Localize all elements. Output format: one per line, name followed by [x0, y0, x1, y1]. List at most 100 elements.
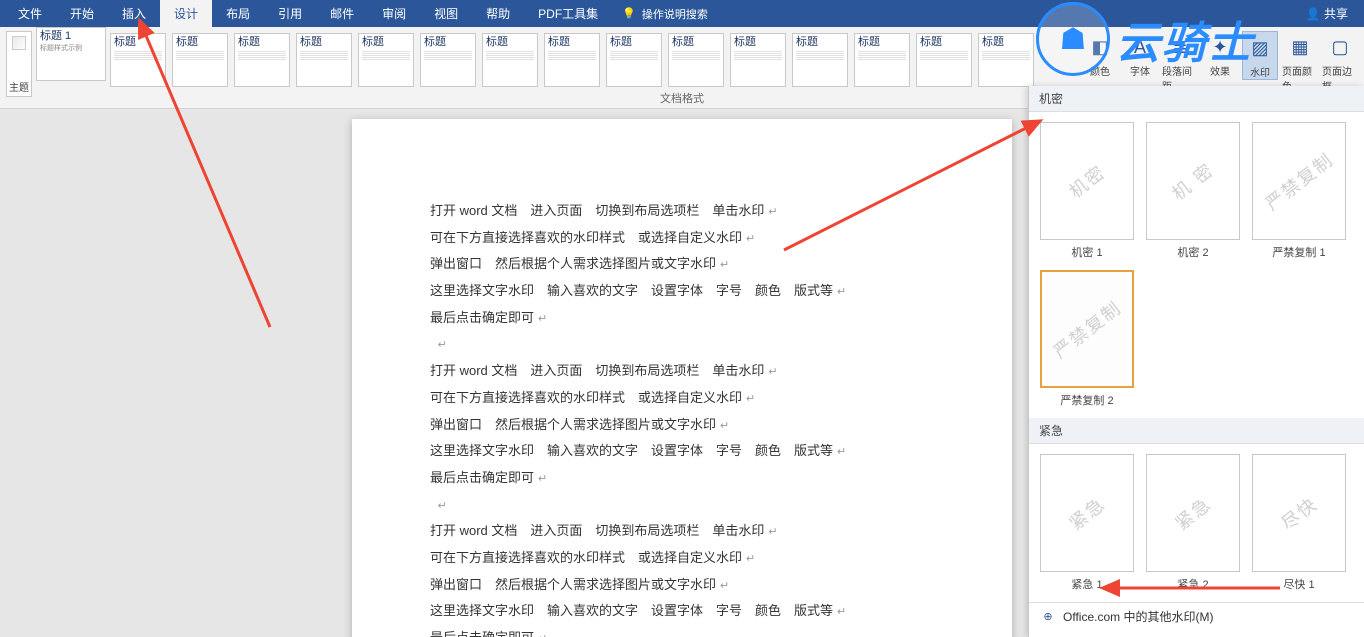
- style-set-card[interactable]: 标题: [420, 33, 476, 87]
- fonts-button[interactable]: A 字体: [1122, 31, 1158, 78]
- watermark-preset[interactable]: 机 密机密 2: [1145, 122, 1241, 260]
- ribbon-section-label: 文档格式: [658, 88, 706, 108]
- document-line: 打开 word 文档 进入页面 切换到布局选项栏 单击水印: [430, 359, 934, 384]
- document-formatting-gallery[interactable]: 标题标题标题标题标题标题标题标题标题标题标题标题标题标题标题: [106, 27, 1078, 108]
- watermark-thumb: 机 密: [1146, 122, 1240, 240]
- watermark-label: 水印: [1250, 64, 1270, 79]
- style-card-heading: 标题: [424, 36, 472, 49]
- style-card-heading: 标题: [982, 36, 1030, 49]
- style-set-card[interactable]: 标题: [234, 33, 290, 87]
- document-line: 这里选择文字水印 输入喜欢的文字 设置字体 字号 颜色 版式等: [430, 439, 934, 464]
- style-card-heading: 标题: [114, 36, 162, 49]
- themes-button[interactable]: 主题: [6, 31, 32, 97]
- style-set-card[interactable]: 标题: [172, 33, 228, 87]
- style-set-card[interactable]: 标题: [792, 33, 848, 87]
- menu-tabs: 文件 开始 插入 设计 布局 引用 邮件 审阅 视图 帮助 PDF工具集: [4, 0, 612, 28]
- style-set-card[interactable]: 标题: [730, 33, 786, 87]
- document-line: 可在下方直接选择喜欢的水印样式 或选择自定义水印: [430, 386, 934, 411]
- page-border-button[interactable]: ▢页面边框: [1322, 31, 1358, 93]
- menu-item-icon: ⊕: [1041, 610, 1055, 624]
- tab-mail[interactable]: 邮件: [316, 0, 368, 28]
- style-card-heading: 标题: [610, 36, 658, 49]
- title-bar: 文件 开始 插入 设计 布局 引用 邮件 审阅 视图 帮助 PDF工具集 💡 操…: [0, 0, 1364, 27]
- watermark-caption: 严禁复制 1: [1272, 244, 1325, 260]
- watermark-caption: 紧急 2: [1177, 576, 1208, 592]
- tab-pdf-tools[interactable]: PDF工具集: [524, 0, 612, 28]
- style-set-card[interactable]: 标题: [296, 33, 352, 87]
- watermark-thumb-text: 严禁复制: [1259, 146, 1338, 216]
- tab-help[interactable]: 帮助: [472, 0, 524, 28]
- tab-insert[interactable]: 插入: [108, 0, 160, 28]
- fonts-label: 字体: [1130, 63, 1150, 78]
- document-line: 弹出窗口 然后根据个人需求选择图片或文字水印: [430, 573, 934, 598]
- colors-button[interactable]: ◧颜色: [1082, 31, 1118, 78]
- share-button[interactable]: 👤 共享: [1294, 0, 1360, 28]
- paragraph-spacing-icon: ≣: [1166, 33, 1194, 61]
- themes-label: 主题: [9, 79, 29, 94]
- tell-me[interactable]: 💡 操作说明搜索: [612, 6, 718, 22]
- tab-view[interactable]: 视图: [420, 0, 472, 28]
- document-line: 弹出窗口 然后根据个人需求选择图片或文字水印: [430, 413, 934, 438]
- watermark-preset[interactable]: 严禁复制严禁复制 2: [1039, 270, 1135, 408]
- document-line: 最后点击确定即可: [430, 466, 934, 491]
- watermark-menu-item[interactable]: ⊕Office.com 中的其他水印(M): [1029, 603, 1364, 630]
- lightbulb-icon: 💡: [622, 7, 636, 20]
- paragraph-spacing-button[interactable]: ≣段落间距: [1162, 31, 1198, 93]
- style-set-card[interactable]: 标题: [606, 33, 662, 87]
- effects-button[interactable]: ✦效果: [1202, 31, 1238, 78]
- style-set-card[interactable]: 标题: [668, 33, 724, 87]
- watermark-preset[interactable]: 机密机密 1: [1039, 122, 1135, 260]
- style-thumb-text: 标题样式示例: [40, 45, 102, 53]
- document-line: 最后点击确定即可: [430, 306, 934, 331]
- watermark-button[interactable]: ▨ 水印: [1242, 31, 1278, 80]
- watermark-section-title: 机密: [1029, 86, 1364, 112]
- style-set-card[interactable]: 标题: [854, 33, 910, 87]
- tab-layout[interactable]: 布局: [212, 0, 264, 28]
- style-card-heading: 标题: [796, 36, 844, 49]
- watermark-icon: ▨: [1246, 34, 1274, 62]
- tab-design[interactable]: 设计: [160, 0, 212, 28]
- watermark-preset[interactable]: 紧急紧急 2: [1145, 454, 1241, 592]
- tab-references[interactable]: 引用: [264, 0, 316, 28]
- watermark-menu: ⊕Office.com 中的其他水印(M)✎自定义水印(W)...✖删除水印(R…: [1029, 602, 1364, 637]
- style-card-heading: 标题: [238, 36, 286, 49]
- style-card-heading: 标题: [176, 36, 224, 49]
- watermark-menu-item[interactable]: ✎自定义水印(W)...: [1029, 630, 1364, 637]
- watermark-section-title: 紧急: [1029, 418, 1364, 444]
- document-line: 打开 word 文档 进入页面 切换到布局选项栏 单击水印: [430, 199, 934, 224]
- tab-review[interactable]: 审阅: [368, 0, 420, 28]
- watermark-preset[interactable]: 严禁复制严禁复制 1: [1251, 122, 1347, 260]
- watermark-thumb-text: 紧急: [1169, 490, 1217, 535]
- style-set-card[interactable]: 标题: [110, 33, 166, 87]
- tab-file[interactable]: 文件: [4, 0, 56, 28]
- document-line: 这里选择文字水印 输入喜欢的文字 设置字体 字号 颜色 版式等: [430, 279, 934, 304]
- style-set-card[interactable]: 标题: [358, 33, 414, 87]
- style-card-heading: 标题: [486, 36, 534, 49]
- watermark-caption: 紧急 1: [1071, 576, 1102, 592]
- watermark-thumb-text: 严禁复制: [1047, 294, 1126, 364]
- watermark-thumb-text: 紧急: [1063, 490, 1111, 535]
- watermark-preset[interactable]: 紧急紧急 1: [1039, 454, 1135, 592]
- style-set-card[interactable]: 标题: [482, 33, 538, 87]
- document-page[interactable]: 打开 word 文档 进入页面 切换到布局选项栏 单击水印可在下方直接选择喜欢的…: [352, 119, 1012, 637]
- watermark-thumb: 紧急: [1040, 454, 1134, 572]
- watermark-thumb-text: 尽快: [1275, 490, 1323, 535]
- page-color-button[interactable]: ▦页面颜色: [1282, 31, 1318, 93]
- fonts-icon: A: [1126, 33, 1154, 61]
- tab-home[interactable]: 开始: [56, 0, 108, 28]
- document-line: 可在下方直接选择喜欢的水印样式 或选择自定义水印: [430, 226, 934, 251]
- style-thumbnail[interactable]: 标题 1 标题样式示例: [36, 27, 106, 81]
- effects-label: 效果: [1210, 63, 1230, 78]
- style-card-heading: 标题: [300, 36, 348, 49]
- page-color-icon: ▦: [1286, 33, 1314, 61]
- style-set-card[interactable]: 标题: [978, 33, 1034, 87]
- document-blank-line: [430, 493, 934, 518]
- watermark-grid: 紧急紧急 1紧急紧急 2尽快尽快 1: [1029, 444, 1364, 602]
- share-label: 共享: [1324, 7, 1348, 21]
- style-thumb-heading: 标题 1: [40, 30, 102, 43]
- style-set-card[interactable]: 标题: [544, 33, 600, 87]
- style-set-card[interactable]: 标题: [916, 33, 972, 87]
- watermark-preset[interactable]: 尽快尽快 1: [1251, 454, 1347, 592]
- watermark-caption: 机密 2: [1177, 244, 1208, 260]
- style-card-heading: 标题: [734, 36, 782, 49]
